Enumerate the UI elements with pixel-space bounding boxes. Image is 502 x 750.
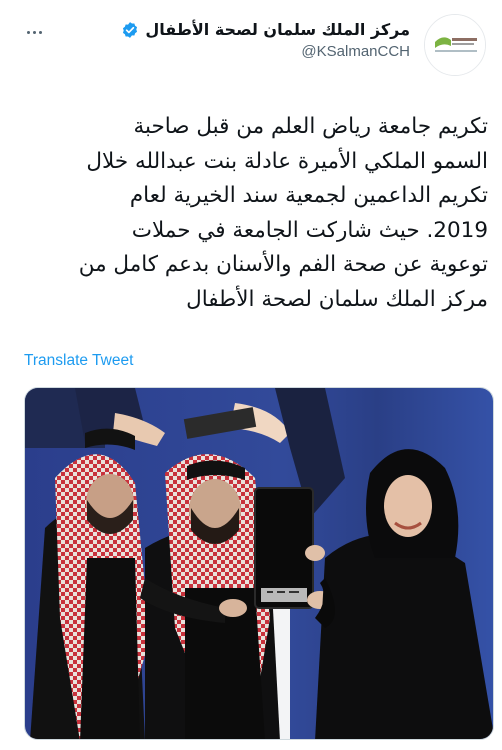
tweet-card: مركز الملك سلمان لصحة الأطفال @KSalmanCC… (0, 0, 502, 750)
org-logo-icon (425, 15, 485, 75)
tweet-photo[interactable] (24, 387, 494, 740)
verified-badge-icon (123, 21, 138, 38)
photo-illustration (25, 388, 493, 739)
avatar[interactable] (424, 14, 486, 76)
translate-tweet-link[interactable]: Translate Tweet (24, 352, 133, 370)
more-options-icon[interactable] (22, 20, 46, 44)
tweet-header: مركز الملك سلمان لصحة الأطفال @KSalmanCC… (22, 12, 486, 76)
account-handle[interactable]: @KSalmanCCH (121, 43, 410, 60)
tweet-text: تكريم جامعة رياض العلم من قبل صاحبة السم… (78, 114, 488, 312)
display-name[interactable]: مركز الملك سلمان لصحة الأطفال (145, 20, 410, 39)
account-name-block: مركز الملك سلمان لصحة الأطفال @KSalmanCC… (121, 20, 410, 60)
display-name-row: مركز الملك سلمان لصحة الأطفال (121, 20, 410, 39)
